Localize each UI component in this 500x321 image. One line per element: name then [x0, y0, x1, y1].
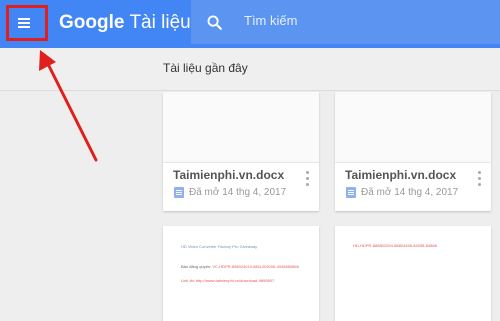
preview-value: VC-HDPR-898024010-8811202006-4345850866: [212, 264, 299, 269]
preview-label: Bản đăng quyền:: [181, 264, 212, 269]
doc-icon: [346, 187, 356, 198]
document-card-preview[interactable]: HD Video Converter Factory Pro Giveaway …: [163, 226, 319, 321]
document-card[interactable]: Taimienphi.vn.docx Đã mở 14 thg 4, 2017: [163, 92, 319, 211]
document-thumbnail[interactable]: [335, 92, 491, 163]
more-vert-icon[interactable]: [306, 171, 309, 186]
app-bar: Google Tài liệu: [0, 0, 500, 48]
product-name: Tài liệu: [129, 12, 191, 33]
document-title[interactable]: Taimienphi.vn.docx: [173, 168, 284, 182]
section-title: Tài liệu gần đây: [163, 61, 248, 75]
search-input[interactable]: [244, 13, 484, 28]
preview-text: Bản đăng quyền: VC-HDPR-898024010-881120…: [181, 264, 299, 269]
document-opened-date: Đã mở 14 thg 4, 2017: [189, 187, 287, 198]
app-title[interactable]: Google Tài liệu: [59, 12, 191, 34]
document-thumbnail[interactable]: [163, 92, 319, 163]
preview-text: Link tải: http://www.taimienphi.vn/downl…: [181, 278, 275, 283]
section-header: Tài liệu gần đây: [0, 48, 500, 91]
doc-icon: [174, 187, 184, 198]
document-card[interactable]: Taimienphi.vn.docx Đã mở 14 thg 4, 2017: [335, 92, 491, 211]
brand-logo-text: Google: [59, 12, 125, 33]
document-opened-date: Đã mở 14 thg 4, 2017: [361, 187, 459, 198]
more-vert-icon[interactable]: [478, 171, 481, 186]
preview-text: HD Video Converter Factory Pro Giveaway: [181, 244, 258, 249]
preview-text: HD-HDPR-888802094-88804456-84938-84888: [353, 243, 437, 248]
menu-highlight-annotation: [6, 5, 48, 41]
document-card-preview[interactable]: HD-HDPR-888802094-88804456-84938-84888: [335, 226, 491, 321]
document-title[interactable]: Taimienphi.vn.docx: [345, 168, 456, 182]
search-icon[interactable]: [206, 14, 223, 31]
